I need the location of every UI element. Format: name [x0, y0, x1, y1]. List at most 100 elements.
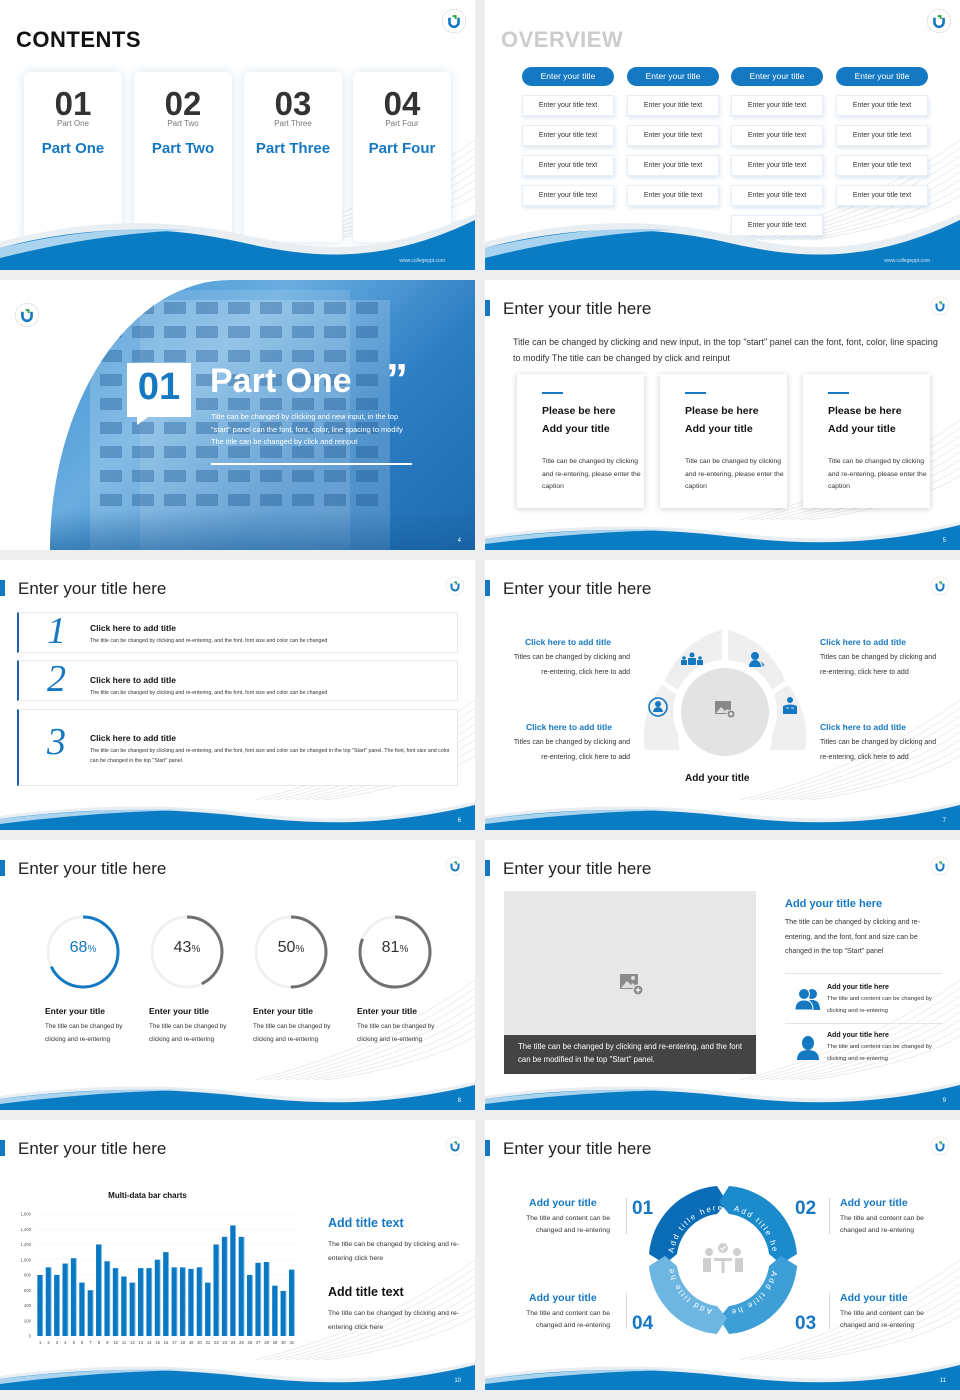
progress-value: 81% [381, 939, 409, 956]
column-header-pill[interactable]: Enter your title [731, 67, 823, 86]
card-heading: Please be here Add your title [828, 405, 902, 435]
ring-diagram [643, 630, 807, 764]
bar-highlight [151, 1268, 153, 1336]
info-card-3[interactable]: Please be here Add your title Title can b… [803, 374, 930, 508]
item-number: 1 [47, 610, 66, 652]
overview-item[interactable]: Enter your title text [522, 155, 614, 176]
overview-item[interactable]: Enter your title text [836, 95, 928, 116]
gauge-body: The title can be changed by clicking and… [253, 1023, 331, 1043]
slide-three-cards[interactable]: Enter your title here Title can be chang… [485, 280, 960, 550]
section-title: Part One [210, 362, 352, 400]
x-tick-label: 10 [113, 1340, 118, 1345]
progress-value: 68% [69, 939, 97, 956]
slide-overview[interactable]: OVERVIEW Enter your title Enter your titl… [485, 0, 960, 270]
bar-12 [129, 1282, 136, 1336]
section-body: The title can be changed by clicking and… [785, 919, 921, 955]
section-number: 01 [137, 366, 181, 408]
bar-29 [272, 1285, 278, 1336]
overview-column-2: Enter your title Enter your title text Ent… [627, 67, 719, 206]
bar-11 [121, 1276, 127, 1336]
bar-6 [79, 1282, 85, 1336]
overview-item[interactable]: Enter your title text [522, 125, 614, 146]
page-number: 4 [457, 538, 461, 544]
overview-item[interactable]: Enter your title text [836, 125, 928, 146]
slide-ring-diagram[interactable]: Enter your title here Click here to add … [485, 560, 960, 830]
step-heading-3: Add your title [840, 1292, 908, 1304]
footer-url: www.collegeppt.com [399, 258, 445, 264]
slide-photo-text[interactable]: Enter your title here The title can be c… [485, 840, 960, 1110]
x-tick-label: 2 [47, 1340, 50, 1345]
bar-13 [137, 1268, 144, 1336]
slide-progress-gauges[interactable]: Enter your title here 68% Enter your titl… [0, 840, 475, 1110]
column-header-pill[interactable]: Enter your title [627, 67, 719, 86]
list-item-3[interactable]: 3 Click here to add title The title can … [17, 709, 458, 786]
y-tick-label: 800 [24, 1273, 32, 1278]
x-tick-label: 11 [122, 1340, 127, 1345]
toc-subtitle: Part One [56, 119, 89, 128]
toc-card-2[interactable]: 02 Part Two Part Two [134, 72, 232, 242]
bar-highlight [184, 1267, 186, 1336]
bar-highlight [251, 1275, 253, 1336]
bar-25 [238, 1236, 245, 1336]
gauge-title: Enter your title [253, 1006, 313, 1016]
university-logo-icon [930, 1136, 950, 1156]
toc-label: Part One [41, 140, 105, 157]
overview-item[interactable]: Enter your title text [731, 215, 823, 236]
list-item-1[interactable]: 1 Click here to add title The title can … [17, 610, 458, 653]
overview-item[interactable]: Enter your title text [731, 185, 823, 206]
slide-title: Enter your title here [18, 1139, 167, 1158]
bar-highlight [243, 1236, 245, 1336]
toc-card-3[interactable]: 03 Part Three Part Three [244, 72, 342, 242]
column-header-pill[interactable]: Enter your title [522, 67, 614, 86]
bar-highlight [92, 1290, 94, 1336]
overview-item[interactable]: Enter your title text [522, 185, 614, 206]
slide-bar-chart[interactable]: Enter your title here Multi-data bar cha… [0, 1120, 475, 1390]
slide-thumbnail-grid: CONTENTS 01 Part One Part One 02 Part Tw… [0, 0, 960, 1400]
section-heading: Add your title here [785, 898, 883, 910]
chart-title: Multi-data bar charts [108, 1191, 187, 1200]
x-tick-label: 13 [139, 1340, 144, 1345]
info-card-2[interactable]: Please be here Add your title Title can b… [660, 374, 787, 508]
overview-item[interactable]: Enter your title text [836, 155, 928, 176]
info-card-1[interactable]: Please be here Add your title Title can b… [517, 374, 644, 508]
bar-15 [154, 1259, 161, 1336]
toc-card-1[interactable]: 01 Part One Part One [24, 72, 122, 242]
step-body-2: The title and content can be changed and… [840, 1215, 924, 1234]
overview-item[interactable]: Enter your title text [731, 95, 823, 116]
overview-item[interactable]: Enter your title text [627, 125, 719, 146]
toc-card-4[interactable]: 04 Part Four Part Four [353, 72, 451, 242]
step-heading-4: Add your title [529, 1292, 597, 1304]
title-accent-bar [485, 580, 490, 596]
contents-title: CONTENTS [16, 27, 141, 52]
overview-item[interactable]: Enter your title text [627, 95, 719, 116]
bar-28 [263, 1262, 270, 1336]
step-heading-2: Add your title [840, 1197, 908, 1209]
bar-highlight [201, 1267, 203, 1336]
x-tick-label: 22 [214, 1340, 219, 1345]
item-heading: Add your title here [827, 984, 889, 991]
x-tick-label: 31 [289, 1340, 294, 1345]
slide-numbered-list[interactable]: Enter your title here 1 Click here to ad… [0, 560, 475, 830]
slide-contents[interactable]: CONTENTS 01 Part One Part One 02 Part Tw… [0, 0, 475, 270]
item-body: The title can be changed by clicking and… [90, 638, 328, 644]
slide-cycle-diagram[interactable]: Enter your title here Add your title The… [485, 1120, 960, 1390]
toc-number: 01 [54, 85, 92, 122]
column-header-pill[interactable]: Enter your title [836, 67, 928, 86]
title-accent-bar [485, 300, 490, 316]
x-tick-label: 3 [56, 1340, 59, 1345]
overview-item[interactable]: Enter your title text [731, 125, 823, 146]
x-tick-label: 7 [89, 1340, 92, 1345]
y-tick-label: 1,000 [21, 1257, 32, 1262]
bar-highlight [84, 1282, 85, 1336]
slide-section-part-one[interactable]: 01 Part One ” Title can be changed by cl… [0, 280, 475, 550]
overview-item[interactable]: Enter your title text [627, 155, 719, 176]
overview-item[interactable]: Enter your title text [627, 185, 719, 206]
list-item-2[interactable]: 2 Click here to add title The title can … [17, 658, 458, 701]
toc-number: 02 [164, 85, 202, 122]
university-logo-icon [930, 296, 950, 316]
overview-item[interactable]: Enter your title text [836, 185, 928, 206]
overview-item[interactable]: Enter your title text [522, 95, 614, 116]
bar-highlight [134, 1282, 136, 1336]
bar-9 [104, 1261, 111, 1336]
overview-item[interactable]: Enter your title text [731, 155, 823, 176]
